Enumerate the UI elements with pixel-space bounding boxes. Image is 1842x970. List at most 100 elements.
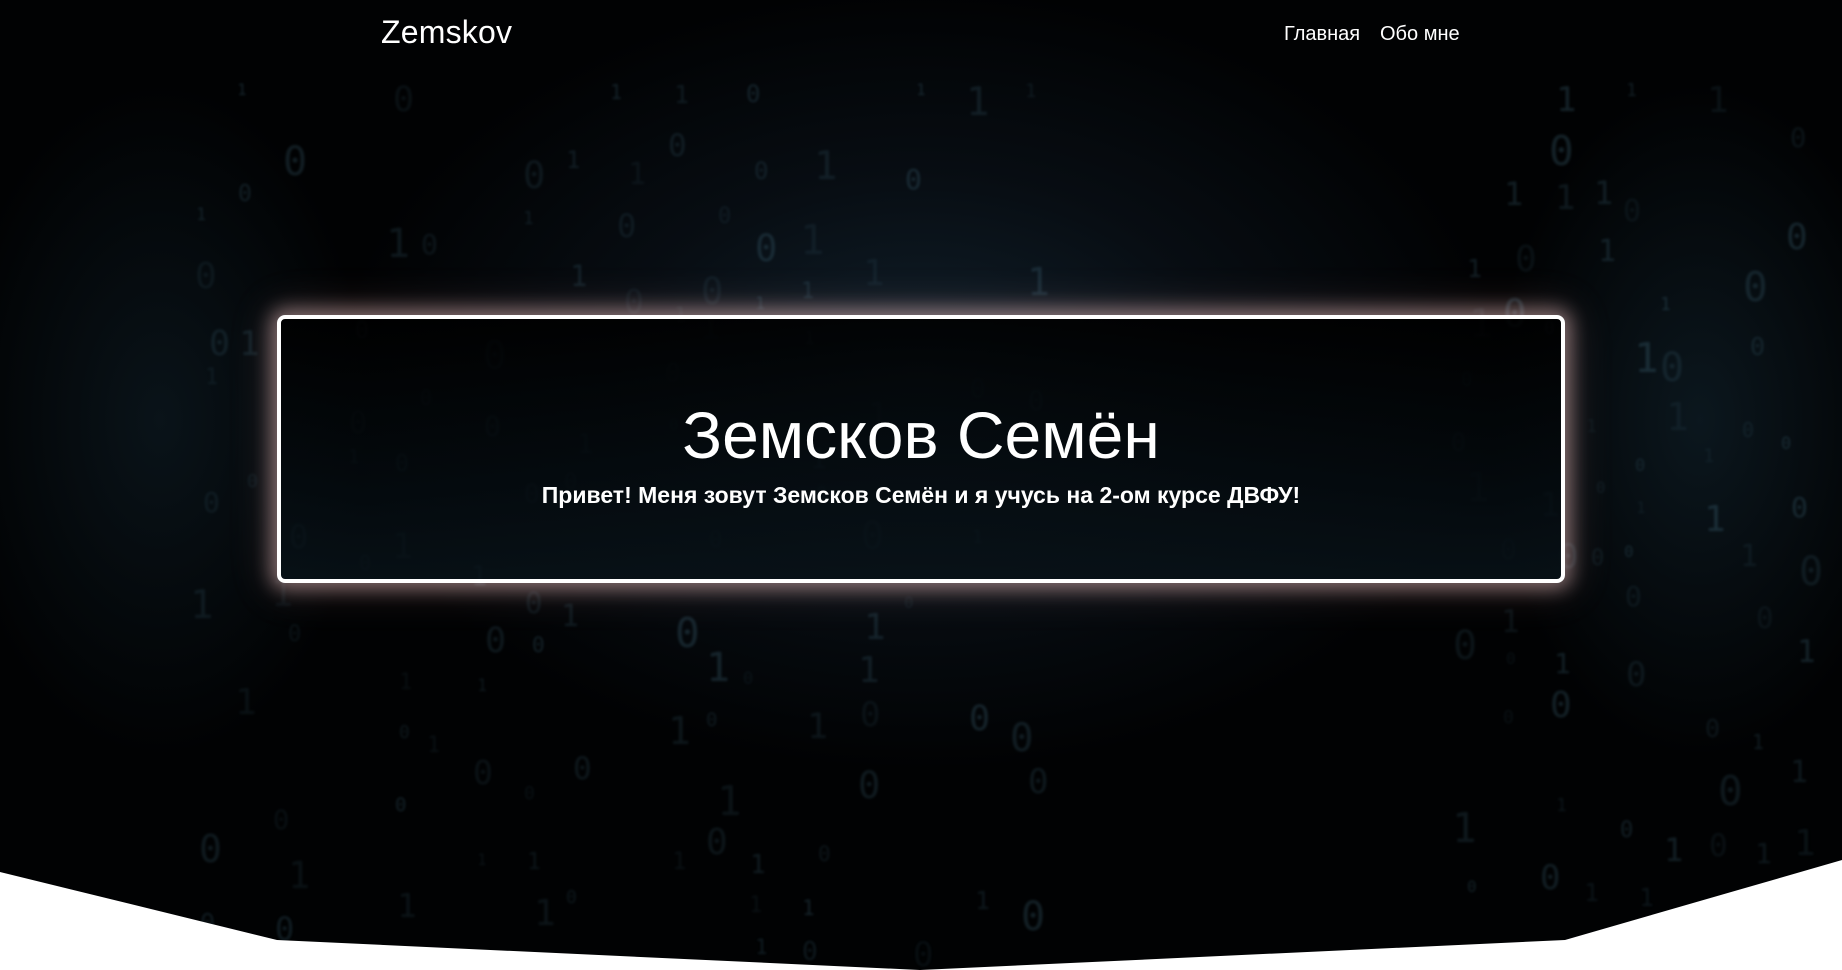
binary-digit: 1 xyxy=(1664,831,1684,869)
binary-digit: 0 xyxy=(1549,127,1574,175)
binary-digit: 0 xyxy=(1660,345,1685,391)
binary-digit: 1 xyxy=(966,80,990,125)
binary-digit: 0 xyxy=(247,471,258,492)
binary-digit: 1 xyxy=(1660,294,1671,315)
binary-digit: 0 xyxy=(1591,546,1605,571)
binary-digit: 0 xyxy=(1626,655,1647,695)
binary-digit: 1 xyxy=(800,216,825,264)
binary-digit: 1 xyxy=(1636,498,1646,517)
binary-digit: 1 xyxy=(1556,80,1577,120)
binary-digit: 1 xyxy=(610,80,623,104)
binary-digit: 1 xyxy=(1027,260,1050,304)
binary-digit: 0 xyxy=(532,633,545,657)
binary-digit: 0 xyxy=(273,805,290,836)
binary-digit: 1 xyxy=(1634,334,1659,382)
binary-digit: 0 xyxy=(969,699,991,739)
binary-digit: 1 xyxy=(427,733,441,758)
binary-digit: 1 xyxy=(1666,395,1689,439)
binary-digit: 0 xyxy=(1515,239,1537,280)
binary-digit: 1 xyxy=(1797,634,1816,670)
binary-digit: 1 xyxy=(1740,539,1759,574)
binary-digit: 1 xyxy=(749,893,763,918)
binary-digit: 1 xyxy=(755,294,766,314)
binary-digit: 1 xyxy=(975,886,991,915)
nav-link-about[interactable]: Обо мне xyxy=(1380,23,1460,46)
binary-digit: 0 xyxy=(1743,263,1768,311)
binary-digit: 1 xyxy=(397,886,417,925)
binary-digit: 0 xyxy=(905,163,922,196)
binary-digit: 0 xyxy=(523,154,546,197)
binary-digit: 1 xyxy=(1501,604,1520,640)
binary-digit: 0 xyxy=(209,324,231,364)
binary-digit: 1 xyxy=(1467,254,1483,283)
binary-digit: 1 xyxy=(1755,837,1772,870)
binary-digit: 0 xyxy=(860,695,881,735)
binary-digit: 1 xyxy=(864,607,886,648)
binary-digit: 1 xyxy=(1598,234,1617,269)
binary-digit: 1 xyxy=(1790,755,1809,790)
binary-digit: 0 xyxy=(1625,580,1642,613)
binary-digit: 0 xyxy=(1506,649,1516,668)
binary-digit: 0 xyxy=(1718,767,1743,815)
page-title: Земсков Семён xyxy=(682,398,1160,472)
binary-digit: 1 xyxy=(674,80,690,109)
binary-digit: 0 xyxy=(718,204,732,229)
binary-digit: 0 xyxy=(275,910,295,948)
binary-digit: 1 xyxy=(237,80,247,99)
binary-digit: 1 xyxy=(1703,445,1715,467)
binary-digit: 0 xyxy=(904,593,914,612)
binary-digit: 1 xyxy=(570,259,588,293)
binary-digit: 1 xyxy=(288,854,311,897)
binary-digit: 0 xyxy=(913,935,934,970)
binary-digit: 0 xyxy=(288,622,302,647)
binary-digit: 1 xyxy=(235,682,257,723)
binary-digit: 0 xyxy=(1742,418,1755,442)
binary-digit: 0 xyxy=(1786,217,1808,258)
binary-digit: 0 xyxy=(203,486,220,519)
binary-digit: 0 xyxy=(238,181,252,207)
binary-digit: 1 xyxy=(239,324,260,364)
binary-digit: 0 xyxy=(675,609,700,657)
binary-digit: 0 xyxy=(1635,456,1646,476)
binary-digit: 0 xyxy=(1540,858,1561,898)
binary-digit: 1 xyxy=(1555,178,1576,218)
binary-digit: 0 xyxy=(1756,601,1774,635)
binary-digit: 0 xyxy=(706,709,718,731)
binary-digit: 1 xyxy=(1594,174,1614,212)
binary-digit: 0 xyxy=(1705,714,1721,743)
binary-digit: 1 xyxy=(1556,795,1567,816)
binary-digit: 1 xyxy=(750,850,766,880)
top-navbar: Zemskov Главная Обо мне xyxy=(0,0,1842,68)
binary-digit: 1 xyxy=(534,893,556,934)
binary-digit: 0 xyxy=(1790,123,1807,154)
binary-digit: 1 xyxy=(916,80,926,99)
nav-link-home[interactable]: Главная xyxy=(1284,23,1360,46)
brand-logo-link[interactable]: Zemskov xyxy=(381,14,512,51)
binary-digit: 1 xyxy=(399,670,413,695)
binary-digit: 0 xyxy=(485,621,507,661)
binary-digit: 0 xyxy=(755,227,778,270)
binary-digit: 0 xyxy=(1010,716,1034,761)
binary-digit: 1 xyxy=(1554,647,1571,680)
binary-digit: 0 xyxy=(743,669,754,689)
binary-digit: 1 xyxy=(717,777,742,825)
binary-digit: 1 xyxy=(196,205,207,225)
binary-digit: 0 xyxy=(818,842,831,866)
binary-digit: 1 xyxy=(386,221,411,267)
binary-digit: 0 xyxy=(1799,549,1824,595)
binary-digit: 0 xyxy=(1623,194,1642,229)
binary-digit: 1 xyxy=(668,709,691,753)
binary-digit: 0 xyxy=(195,256,217,297)
binary-digit: 1 xyxy=(858,650,880,691)
binary-digit: 0 xyxy=(1781,434,1792,454)
binary-digit: 0 xyxy=(395,794,407,816)
binary-digit: 1 xyxy=(1704,499,1726,540)
binary-digit: 0 xyxy=(1624,542,1634,561)
binary-digit: 1 xyxy=(1504,175,1524,213)
binary-digit: 1 xyxy=(814,144,838,189)
binary-digit: 0 xyxy=(573,751,592,787)
binary-digit: 1 xyxy=(1584,878,1600,907)
binary-digit: 1 xyxy=(523,208,534,229)
binary-digit: 1 xyxy=(1707,80,1729,121)
binary-digit: 1 xyxy=(561,599,580,634)
